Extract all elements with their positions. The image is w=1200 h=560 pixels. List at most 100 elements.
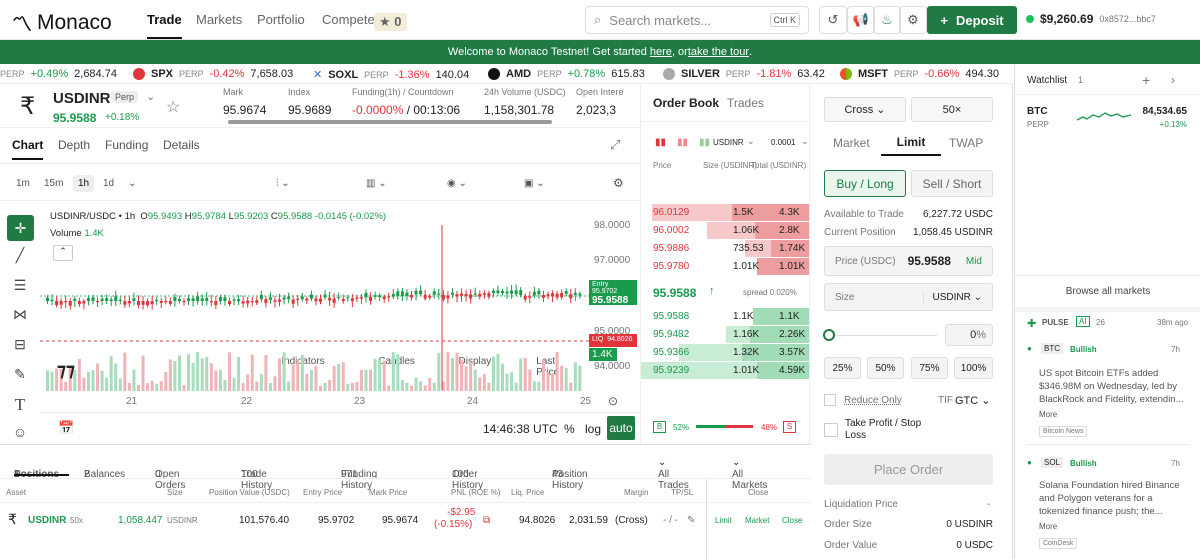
nav-trade[interactable]: Trade [147, 12, 182, 39]
search-input[interactable]: ⌕ Search markets... Ctrl K [585, 6, 809, 34]
all-trades-filter[interactable]: All Trades ⌄ [658, 457, 689, 491]
watchlist-item[interactable]: BTC PERP 84,534.65 +0.13% [1015, 96, 1200, 138]
news-item[interactable]: ● BTC Bullish 7h US spot Bitcoin ETFs ad… [1015, 340, 1200, 440]
nav-compete[interactable]: Compete [322, 12, 375, 27]
chart-settings-icon[interactable]: ⚙ [613, 176, 624, 190]
ask-row[interactable]: 96.0002 1.06K 2.8K [641, 222, 809, 239]
goto-realtime-icon[interactable]: ⊙ [608, 394, 618, 408]
add-icon[interactable]: + [1142, 72, 1150, 88]
size-slider-handle[interactable] [823, 329, 835, 341]
edit-icon[interactable]: ✎ [687, 515, 695, 526]
browse-markets-link[interactable]: Browse all markets [1015, 286, 1200, 297]
size-50-button[interactable]: 50% [867, 357, 904, 379]
tpsl-checkbox[interactable] [824, 423, 838, 437]
expand-icon[interactable]: ⤢ [610, 137, 620, 153]
timeframe-1m[interactable]: 1m [16, 178, 30, 189]
chevron-down-icon[interactable]: ⌄ [801, 136, 809, 147]
header-scrollbar[interactable] [228, 120, 552, 124]
wallet-balance[interactable]: $9,260.69 0x8572...bbc7 [1026, 12, 1156, 26]
tab-limit-order[interactable]: Limit [881, 128, 941, 156]
size-100-button[interactable]: 100% [954, 357, 993, 379]
trendline-icon[interactable]: ╱ [10, 247, 30, 267]
deposit-button[interactable]: + Deposit [927, 6, 1017, 34]
calendar-icon[interactable]: 📅 [58, 420, 74, 436]
tab-twap-order[interactable]: TWAP [949, 136, 983, 150]
place-order-button[interactable]: Place Order [824, 454, 993, 485]
pattern-icon[interactable]: ⋈ [10, 306, 30, 326]
ticker-item[interactable]: PERP +0.49% 2,684.74 [0, 68, 117, 80]
reduce-only-checkbox[interactable] [824, 394, 836, 406]
bid-row[interactable]: 95.9588 1.1K 1.1K [641, 308, 809, 325]
last-price-button[interactable]: ▣ Last Price ⌄ [524, 178, 559, 378]
row-asset[interactable]: USDINR [28, 515, 66, 526]
tif-select[interactable]: GTC ⌄ [955, 394, 991, 407]
bid-row[interactable]: 95.9366 1.32K 3.57K [641, 344, 809, 361]
buy-long-button[interactable]: Buy / Long [824, 170, 906, 197]
text-icon[interactable]: T [10, 395, 30, 415]
close-all-button[interactable]: Close [782, 516, 802, 525]
size-75-button[interactable]: 75% [911, 357, 948, 379]
size-percent-input[interactable]: 0% [945, 324, 993, 346]
mid-price-button[interactable]: Mid [966, 256, 982, 267]
close-market-button[interactable]: Market [745, 516, 769, 525]
bid-row[interactable]: 95.9239 1.01K 4.59K [641, 362, 809, 379]
size-25-button[interactable]: 25% [824, 357, 861, 379]
chevron-right-icon[interactable]: › [1171, 73, 1175, 87]
all-markets-filter[interactable]: All Markets ⌄ [732, 457, 768, 491]
asks-only-icon[interactable]: ▮▮ [677, 137, 688, 148]
crosshair-icon[interactable]: ✛ [7, 215, 34, 241]
market-symbol[interactable]: USDINR [53, 90, 111, 107]
price-input[interactable]: Price (USDC) 95.9588 Mid [824, 246, 993, 276]
settings-icon[interactable]: ⚙ [899, 6, 927, 34]
log-scale-button[interactable]: log [585, 422, 601, 436]
ask-row[interactable]: 96.0129 1.5K 4.3K [641, 204, 809, 221]
chevron-down-icon[interactable]: ⌄ [747, 136, 755, 147]
ticker-item[interactable]: AMD PERP +0.78% 615.83 [488, 68, 645, 80]
emoji-icon[interactable]: ☺ [10, 424, 30, 444]
tab-depth[interactable]: Depth [58, 138, 90, 152]
tab-funding[interactable]: Funding [105, 138, 148, 152]
brush-icon[interactable]: ✎ [10, 366, 30, 386]
ticker-item[interactable]: ✕ SOXL PERP -1.36% 140.04 [313, 68, 469, 82]
horizontal-lines-icon[interactable]: ☰ [10, 277, 30, 297]
sell-short-button[interactable]: Sell / Short [911, 170, 993, 197]
banner-link-tour[interactable]: take the tour [688, 46, 749, 58]
ticker-item[interactable]: MSFT PERP -0.66% 494.30 [840, 68, 999, 80]
price-chart[interactable]: USDINR/USDC • 1h O95.9493 H95.9784 L95.9… [40, 205, 640, 415]
share-icon[interactable]: ⧉ [483, 515, 490, 526]
nav-markets[interactable]: Markets [196, 12, 242, 27]
announcement-icon[interactable]: 📢 [847, 6, 875, 34]
timeframe-1d[interactable]: 1d [103, 178, 114, 189]
measure-icon[interactable]: ⊟ [10, 336, 30, 356]
display-button[interactable]: ◉ Display ⌄ [447, 178, 491, 367]
both-sides-icon[interactable]: ▮▮ [655, 137, 666, 148]
size-unit-select[interactable]: USDINR ⌄ [923, 291, 982, 303]
ticker-item[interactable]: SILVER PERP -1.81% 63.42 [663, 68, 825, 80]
leverage-select[interactable]: 50× [911, 97, 993, 122]
ob-tick-size[interactable]: 0.0001 [771, 138, 795, 147]
size-slider-track[interactable] [835, 335, 937, 336]
logo[interactable]: 〽 Monaco [12, 8, 112, 37]
tab-chart[interactable]: Chart [12, 138, 44, 160]
tab-order-book[interactable]: Order Book [653, 96, 719, 110]
news-more-link[interactable]: More [1039, 522, 1057, 531]
timeframe-1h[interactable]: 1h [73, 175, 95, 192]
star-icon[interactable]: ☆ [166, 97, 180, 117]
tab-details[interactable]: Details [163, 138, 200, 152]
ask-row[interactable]: 95.9886 735.53 1.74K [641, 240, 809, 257]
tab-market-order[interactable]: Market [833, 136, 870, 150]
auto-scale-button[interactable]: auto [607, 416, 635, 440]
margin-mode-select[interactable]: Cross ⌄ [824, 97, 906, 122]
activity-icon[interactable]: ♨ [873, 6, 901, 34]
news-more-link[interactable]: More [1039, 410, 1057, 419]
bids-only-icon[interactable]: ▮▮ [699, 137, 710, 148]
candles-button[interactable]: ▥ Candles ⌄ [366, 178, 415, 367]
news-item[interactable]: ● SOL Bullish 7h Solana Foundation hired… [1015, 454, 1200, 554]
nav-portfolio[interactable]: Portfolio [257, 12, 305, 27]
close-limit-button[interactable]: Limit [715, 516, 732, 525]
size-input[interactable]: Size USDINR ⌄ [824, 283, 993, 311]
ask-row[interactable]: 95.9780 1.01K 1.01K [641, 258, 809, 275]
timeframe-15m[interactable]: 15m [44, 178, 63, 189]
chevron-down-icon[interactable]: ⌄ [146, 90, 155, 103]
indicators-button[interactable]: ⫶ Indicators ⌄ [276, 178, 325, 367]
